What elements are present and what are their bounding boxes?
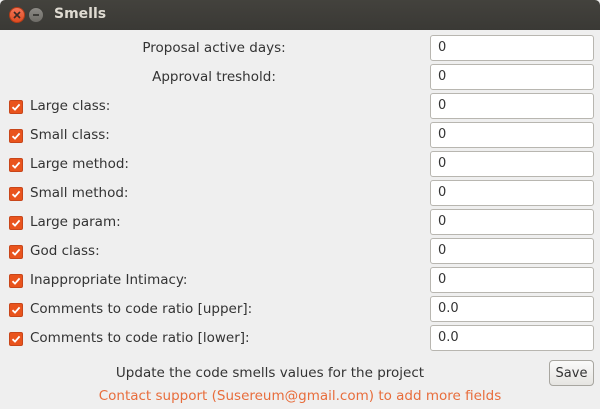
form-row: God class: 0 [0,238,600,267]
window-title: Smells [54,6,107,22]
checkbox[interactable] [9,100,23,114]
field-label: Approval treshold: [152,69,276,85]
value-input[interactable]: 0 [430,151,594,177]
value-input[interactable]: 0 [430,209,594,235]
value-input[interactable]: 0 [430,238,594,264]
checkmark-icon [11,335,21,343]
value-input[interactable]: 0 [430,93,594,119]
checkmark-icon [11,306,21,314]
checkbox[interactable] [9,303,23,317]
checkmark-icon [11,277,21,285]
form-row: Large class: 0 [0,93,600,122]
form-row: Small method: 0 [0,180,600,209]
form-row: Comments to code ratio [upper]: 0.0 [0,296,600,325]
checkmark-icon [11,161,21,169]
value-input[interactable]: 0 [430,64,594,90]
form-row: Large param: 0 [0,209,600,238]
close-icon[interactable] [9,7,25,23]
field-label: Large class: [30,98,111,114]
value-input[interactable]: 0 [430,35,594,61]
field-label: Comments to code ratio [upper]: [30,301,253,317]
field-label: Large param: [30,214,121,230]
form-row: Large method: 0 [0,151,600,180]
form-row: Inappropriate Intimacy: 0 [0,267,600,296]
value-input[interactable]: 0 [430,267,594,293]
description-text: Update the code smells values for the pr… [115,365,425,381]
value-input[interactable]: 0.0 [430,296,594,322]
checkbox[interactable] [9,216,23,230]
value-input[interactable]: 0 [430,122,594,148]
checkmark-icon [11,103,21,111]
form-row: Proposal active days: 0 [0,35,600,64]
field-label: God class: [30,243,100,259]
field-label: Large method: [30,156,129,172]
field-label: Inappropriate Intimacy: [30,272,188,288]
field-label: Proposal active days: [142,40,286,56]
checkmark-icon [11,248,21,256]
checkbox[interactable] [9,332,23,346]
field-label: Comments to code ratio [lower]: [30,330,250,346]
checkbox[interactable] [9,245,23,259]
field-label: Small method: [30,185,129,201]
save-button[interactable]: Save [549,360,594,386]
checkmark-icon [11,132,21,140]
checkmark-icon [11,190,21,198]
form-row: Small class: 0 [0,122,600,151]
value-input[interactable]: 0.0 [430,325,594,351]
form-row: Comments to code ratio [lower]: 0.0 [0,325,600,354]
form-row: Approval treshold: 0 [0,64,600,93]
field-label: Small class: [30,127,110,143]
checkbox[interactable] [9,187,23,201]
checkbox[interactable] [9,129,23,143]
checkbox[interactable] [9,274,23,288]
title-bar: Smells [0,0,600,30]
contact-support-text: Contact support (Susereum@gmail.com) to … [98,388,502,404]
value-input[interactable]: 0 [430,180,594,206]
checkbox[interactable] [9,158,23,172]
checkmark-icon [11,219,21,227]
minimize-icon[interactable] [28,7,44,23]
